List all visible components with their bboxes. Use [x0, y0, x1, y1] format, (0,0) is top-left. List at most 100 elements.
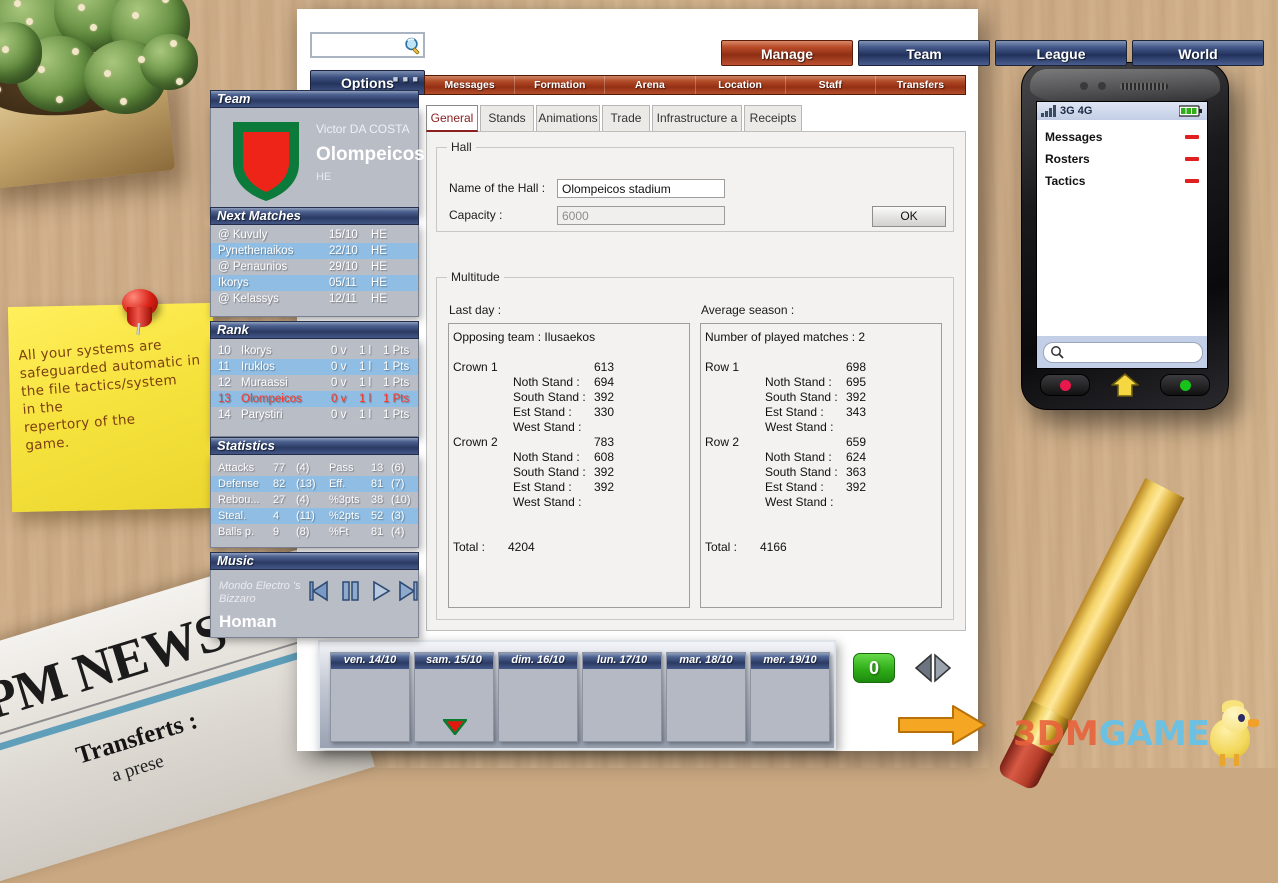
- last-day-g2-r1-value: 608: [594, 450, 615, 464]
- hall-capacity-label: Capacity :: [449, 208, 503, 222]
- main-tab-world[interactable]: World: [1132, 40, 1264, 66]
- calendar-day-1[interactable]: sam. 15/10: [414, 652, 494, 742]
- next-match-comp: HE: [371, 293, 387, 305]
- content-panel: Hall Name of the Hall : Olompeicos stadi…: [426, 131, 966, 631]
- rank-row[interactable]: 14 Parystiri 0 v 1 l 1 Pts: [211, 407, 418, 423]
- tab-animations[interactable]: Animations: [536, 105, 600, 132]
- next-track-icon[interactable]: [397, 580, 421, 602]
- sub-tab-arena[interactable]: Arena: [605, 76, 696, 94]
- next-match-row[interactable]: @ Penaunios 29/10 HE: [211, 259, 418, 275]
- next-match-row[interactable]: @ Kelassys 12/11 HE: [211, 291, 418, 307]
- last-day-total-value: 4204: [508, 540, 535, 554]
- rank-row[interactable]: 10 Ikorys 0 v 1 l 1 Pts: [211, 343, 418, 359]
- next-match-date: 29/10: [329, 261, 358, 273]
- stat-label-right: %Ft: [329, 526, 349, 538]
- next-match-opponent: Ikorys: [218, 277, 249, 289]
- hall-group: Hall Name of the Hall : Olompeicos stadi…: [436, 140, 954, 232]
- main-tab-team-label: Team: [906, 46, 942, 62]
- rank-losses: 1 l: [359, 377, 372, 389]
- next-match-date: 15/10: [329, 229, 358, 241]
- rank-row[interactable]: 12 Muraassi 0 v 1 l 1 Pts: [211, 375, 418, 391]
- rank-title: Rank: [210, 321, 419, 339]
- stat-row: Rebou... 27 (4) %3pts 38 (10): [211, 492, 418, 508]
- stat-rank-left: (13): [296, 478, 316, 490]
- next-match-row[interactable]: @ Kuvuly 15/10 HE: [211, 227, 418, 243]
- main-tab-manage[interactable]: Manage: [721, 40, 853, 66]
- rank-pos: 12: [218, 377, 231, 389]
- avg-g2-r1-label: South Stand :: [765, 465, 838, 479]
- last-day-listbox[interactable]: Opposing team : Ilusaekos Crown 1 Noth S…: [448, 323, 690, 608]
- next-match-row[interactable]: Pynethenaikos 22/10 HE: [211, 243, 418, 259]
- next-match-row[interactable]: Ikorys 05/11 HE: [211, 275, 418, 291]
- rank-losses: 1 l: [359, 393, 372, 405]
- phone-search-bar[interactable]: [1037, 336, 1207, 368]
- previous-track-icon[interactable]: [307, 580, 331, 602]
- calendar-day-0[interactable]: ven. 14/10: [330, 652, 410, 742]
- phone-end-call-button[interactable]: [1040, 374, 1090, 396]
- phone-search-field[interactable]: [1043, 341, 1203, 363]
- next-match-opponent: Pynethenaikos: [218, 245, 294, 257]
- calendar-day-2[interactable]: dim. 16/10: [498, 652, 578, 742]
- average-season-listbox[interactable]: Number of played matches : 2 Row 1 Noth …: [700, 323, 942, 608]
- sub-tab-messages[interactable]: Messages: [425, 76, 516, 94]
- tab-infrastructure[interactable]: Infrastructure a: [652, 105, 742, 132]
- stat-value-right: 52: [371, 510, 384, 522]
- calendar-day-5[interactable]: mer. 19/10: [750, 652, 830, 742]
- next-match-comp: HE: [371, 245, 387, 257]
- stat-value-left: 9: [273, 526, 280, 538]
- sub-tab-location[interactable]: Location: [696, 76, 786, 94]
- rank-row-highlighted[interactable]: 13 Olompeicos 0 v 1 l 1 Pts: [211, 391, 418, 407]
- tab-stands[interactable]: Stands: [480, 105, 534, 132]
- main-tab-league[interactable]: League: [995, 40, 1127, 66]
- calendar-day-3[interactable]: lun. 17/10: [582, 652, 662, 742]
- search-icon[interactable]: [403, 36, 423, 56]
- phone-call-button[interactable]: [1160, 374, 1210, 396]
- phone-sensor-icon: [1080, 82, 1088, 90]
- play-icon[interactable]: [369, 580, 393, 602]
- next-day-arrow-button[interactable]: [897, 704, 987, 746]
- hall-capacity-input[interactable]: 6000: [557, 206, 725, 225]
- sub-tab-formation[interactable]: Formation: [515, 76, 606, 94]
- statistics-title: Statistics: [210, 437, 419, 455]
- current-day-marker-icon: [443, 719, 467, 735]
- last-day-g1-r2-value: 392: [594, 390, 615, 404]
- avg-g1-r2-value: 392: [846, 390, 867, 404]
- last-day-g2-r2-label: Est Stand :: [513, 480, 572, 494]
- avg-g2-r3-label: West Stand :: [765, 495, 834, 509]
- search-box[interactable]: [310, 32, 425, 58]
- tab-general[interactable]: General: [426, 105, 478, 132]
- sub-tab-transfers[interactable]: Transfers: [876, 76, 965, 94]
- phone-menu-rosters[interactable]: Rosters: [1037, 148, 1207, 170]
- calendar-day-1-label: sam. 15/10: [415, 653, 493, 669]
- stat-rank-right: (6): [391, 462, 405, 474]
- stat-label-right: %2pts: [329, 510, 360, 522]
- hall-ok-button[interactable]: OK: [872, 206, 946, 227]
- last-day-g2-r0-label: Noth Stand :: [513, 450, 580, 464]
- music-title: Music: [210, 552, 419, 570]
- phone-home-arrow-icon[interactable]: [1108, 372, 1142, 398]
- pushpin-icon: [118, 287, 162, 336]
- search-input[interactable]: [315, 36, 397, 56]
- phone-menu-tactics-label: Tactics: [1045, 174, 1086, 188]
- main-tab-manage-label: Manage: [760, 46, 814, 62]
- stat-value-right: 81: [371, 478, 384, 490]
- stat-label-left: Rebou...: [218, 494, 260, 506]
- rank-wins: 0 v: [331, 377, 347, 389]
- phone-menu-messages[interactable]: Messages: [1037, 126, 1207, 148]
- rank-row[interactable]: 11 Iruklos 0 v 1 l 1 Pts: [211, 359, 418, 375]
- message-counter-button[interactable]: 0: [853, 653, 895, 683]
- stat-value-right: 13: [371, 462, 384, 474]
- prev-next-arrows[interactable]: [912, 652, 954, 684]
- options-label: Options: [341, 75, 394, 91]
- main-tab-team[interactable]: Team: [858, 40, 990, 66]
- pause-icon[interactable]: [338, 580, 362, 602]
- statistics-panel: Statistics Attacks 77 (4) Pass 13 (6) Defense…: [210, 437, 419, 548]
- sub-tab-staff[interactable]: Staff: [786, 76, 876, 94]
- tab-trade[interactable]: Trade: [602, 105, 650, 132]
- cactus-plant: [0, 0, 230, 204]
- tab-receipts[interactable]: Receipts: [744, 105, 802, 132]
- calendar-day-4[interactable]: mar. 18/10: [666, 652, 746, 742]
- phone-button-row: [1040, 373, 1210, 397]
- hall-name-input[interactable]: Olompeicos stadium: [557, 179, 725, 198]
- phone-menu-tactics[interactable]: Tactics: [1037, 170, 1207, 192]
